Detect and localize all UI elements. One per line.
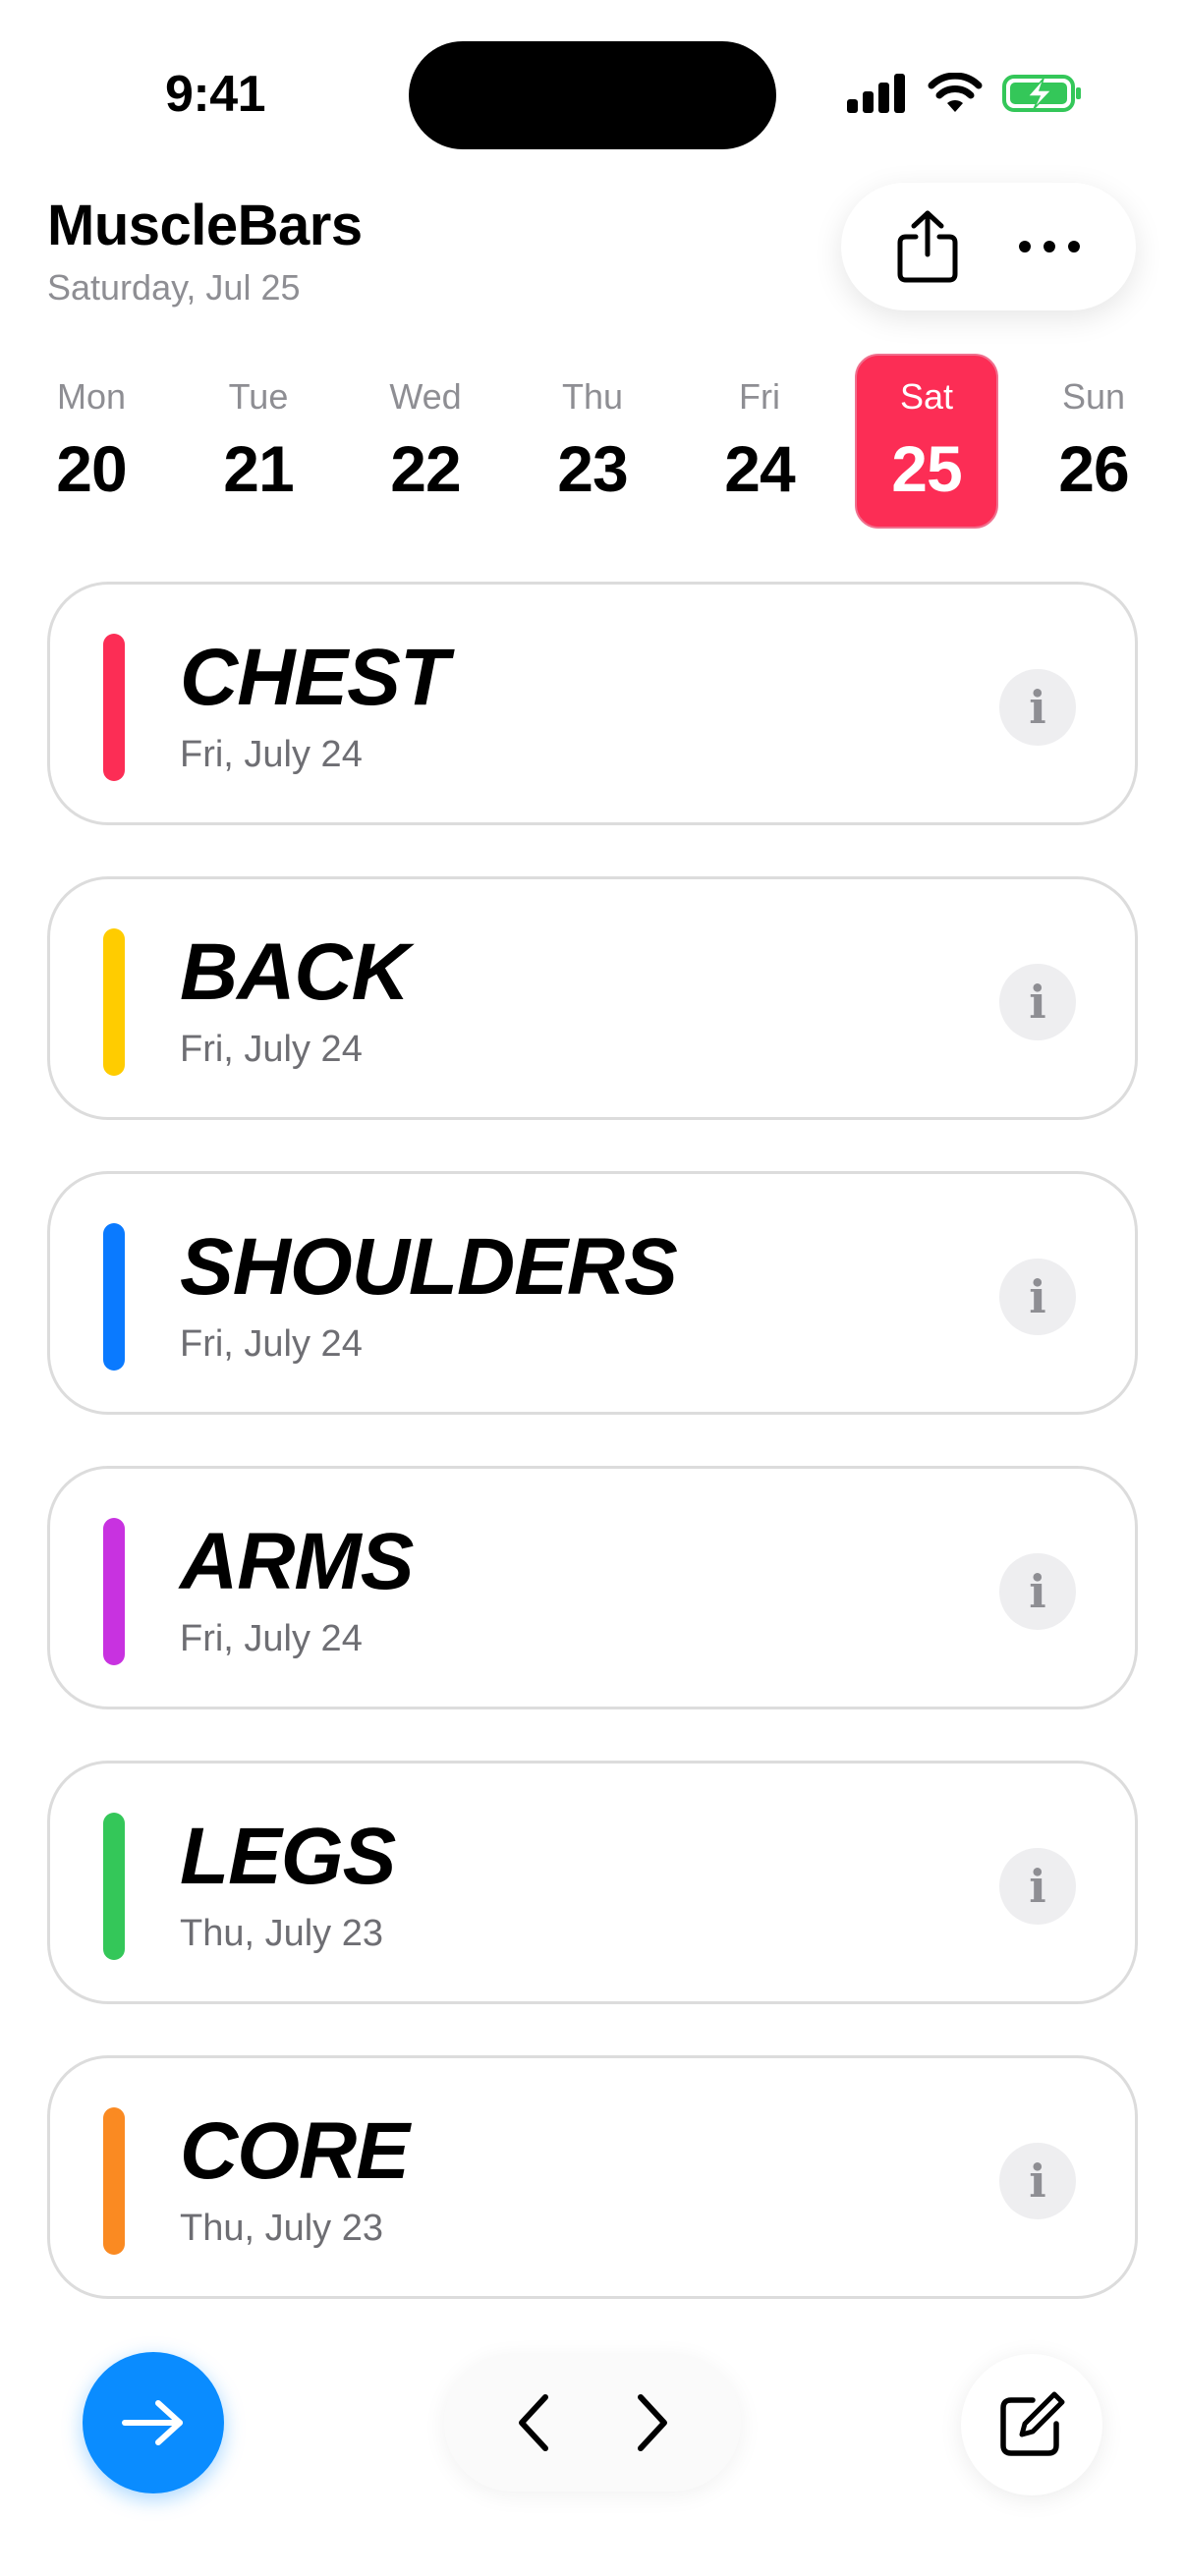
week-strip: Mon 20 Tue 21 Wed 22 Thu 23 Fri 24 Sat 25 Sun 26 <box>20 354 1165 529</box>
ellipsis-icon <box>1019 241 1080 252</box>
day-name: Mon <box>56 376 127 417</box>
day-name: Fri <box>739 376 780 417</box>
info-button[interactable]: i <box>999 1848 1076 1925</box>
day-navigation <box>444 2354 741 2492</box>
day-number: 23 <box>557 432 628 505</box>
share-icon <box>897 210 958 283</box>
info-icon: i <box>1029 1565 1046 1618</box>
app-title: MuscleBars <box>47 194 363 257</box>
more-button[interactable] <box>995 193 1103 301</box>
share-button[interactable] <box>874 193 982 301</box>
info-button[interactable]: i <box>999 669 1076 746</box>
previous-day-button[interactable] <box>484 2374 583 2472</box>
muscle-color-bar <box>103 928 125 1076</box>
last-workout-date: Fri, July 24 <box>180 734 363 775</box>
info-icon: i <box>1029 976 1046 1029</box>
muscle-name: BACK <box>180 927 410 1017</box>
day-number: 25 <box>891 432 962 505</box>
last-workout-date: Thu, July 23 <box>180 2208 383 2249</box>
day-name: Sat <box>899 376 954 417</box>
muscle-color-bar <box>103 1813 125 1960</box>
muscle-card-core[interactable]: CORE Thu, July 23 i <box>47 2055 1138 2299</box>
info-button[interactable]: i <box>999 1553 1076 1630</box>
muscle-name: ARMS <box>180 1517 414 1606</box>
day-number: 20 <box>56 432 127 505</box>
last-workout-date: Fri, July 24 <box>180 1323 363 1365</box>
muscle-color-bar <box>103 2107 125 2255</box>
edit-button[interactable] <box>961 2354 1102 2495</box>
status-icons <box>847 73 1083 114</box>
info-icon: i <box>1029 1860 1046 1913</box>
muscle-color-bar <box>103 1518 125 1665</box>
day-mon[interactable]: Mon 20 <box>20 354 163 529</box>
muscle-list: CHEST Fri, July 24 i BACK Fri, July 24 i SHOUL… <box>47 582 1138 2350</box>
muscle-name: CORE <box>180 2106 410 2196</box>
day-number: 26 <box>1058 432 1129 505</box>
next-day-button[interactable] <box>603 2374 702 2472</box>
info-button[interactable]: i <box>999 964 1076 1040</box>
day-name: Wed <box>389 376 462 417</box>
current-date: Saturday, Jul 25 <box>47 267 301 308</box>
day-sat[interactable]: Sat 25 <box>855 354 998 529</box>
muscle-card-legs[interactable]: LEGS Thu, July 23 i <box>47 1761 1138 2004</box>
day-tue[interactable]: Tue 21 <box>187 354 330 529</box>
day-number: 22 <box>390 432 461 505</box>
info-icon: i <box>1029 1270 1046 1323</box>
day-name: Tue <box>228 376 289 417</box>
muscle-name: SHOULDERS <box>180 1222 678 1312</box>
day-fri[interactable]: Fri 24 <box>688 354 831 529</box>
day-thu[interactable]: Thu 23 <box>521 354 664 529</box>
muscle-name: LEGS <box>180 1812 396 1901</box>
battery-charging-icon <box>1002 75 1081 112</box>
muscle-card-back[interactable]: BACK Fri, July 24 i <box>47 876 1138 1120</box>
info-icon: i <box>1029 681 1046 734</box>
dynamic-island <box>409 41 776 149</box>
wifi-icon <box>928 73 983 112</box>
muscle-color-bar <box>103 1223 125 1371</box>
day-sun[interactable]: Sun 26 <box>1022 354 1165 529</box>
last-workout-date: Thu, July 23 <box>180 1913 383 1954</box>
arrow-right-icon <box>122 2400 183 2445</box>
muscle-card-chest[interactable]: CHEST Fri, July 24 i <box>47 582 1138 825</box>
cellular-signal-icon <box>847 74 905 113</box>
day-number: 24 <box>724 432 795 505</box>
day-name: Sun <box>1061 376 1126 417</box>
info-icon: i <box>1029 2155 1046 2208</box>
last-workout-date: Fri, July 24 <box>180 1029 363 1070</box>
day-number: 21 <box>223 432 294 505</box>
go-button[interactable] <box>83 2352 224 2493</box>
info-button[interactable]: i <box>999 2143 1076 2219</box>
muscle-name: CHEST <box>180 633 449 722</box>
last-workout-date: Fri, July 24 <box>180 1618 363 1659</box>
day-name: Thu <box>561 376 624 417</box>
muscle-color-bar <box>103 634 125 781</box>
status-time: 9:41 <box>165 66 266 123</box>
chevron-left-icon <box>518 2394 548 2451</box>
header-actions <box>841 183 1136 310</box>
chevron-right-icon <box>637 2394 667 2451</box>
muscle-card-shoulders[interactable]: SHOULDERS Fri, July 24 i <box>47 1171 1138 1415</box>
day-wed[interactable]: Wed 22 <box>354 354 497 529</box>
compose-icon <box>1000 2391 1065 2456</box>
info-button[interactable]: i <box>999 1259 1076 1335</box>
muscle-card-arms[interactable]: ARMS Fri, July 24 i <box>47 1466 1138 1709</box>
